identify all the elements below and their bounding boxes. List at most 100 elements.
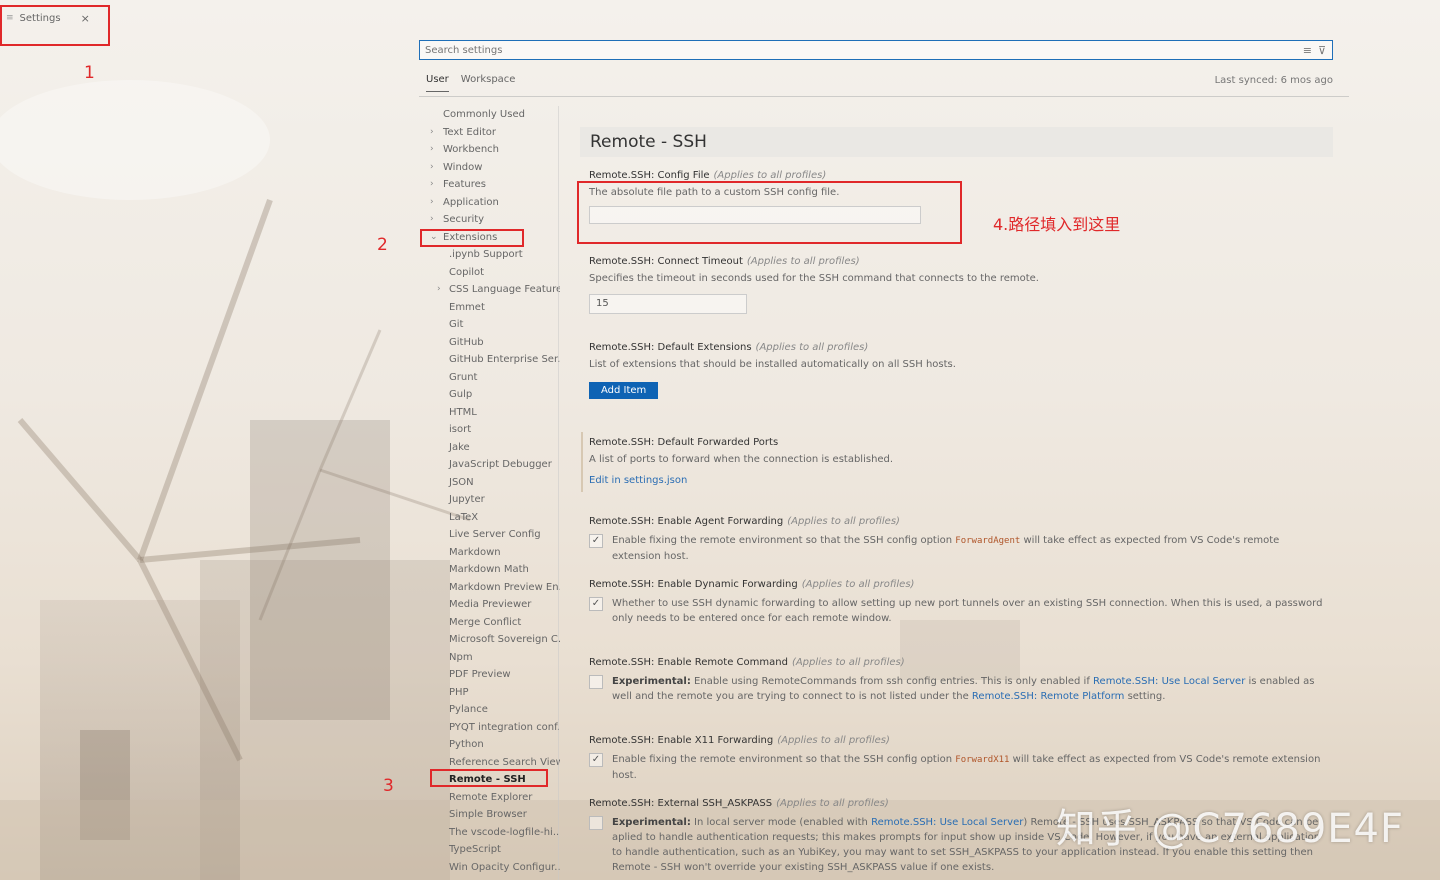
tree-item-label: The vscode-logfile-hi...	[449, 826, 560, 838]
tree-item-css-language-features[interactable]: › CSS Language Features	[420, 281, 560, 299]
tree-item-github-enterprise-ser[interactable]: GitHub Enterprise Ser...	[420, 351, 560, 369]
tree-divider	[558, 106, 559, 880]
tree-item-jake[interactable]: Jake	[420, 439, 560, 457]
modified-indicator	[581, 432, 583, 492]
tree-item-markdown-math[interactable]: Markdown Math	[420, 561, 560, 579]
tab-workspace[interactable]: Workspace	[461, 74, 516, 92]
tree-item-json[interactable]: JSON	[420, 474, 560, 492]
tree-item-commonly-used[interactable]: Commonly Used	[420, 106, 560, 124]
tree-item-text-editor[interactable]: › Text Editor	[420, 124, 560, 142]
tree-item-gulp[interactable]: Gulp	[420, 386, 560, 404]
tree-item-remote-explorer[interactable]: Remote Explorer	[420, 789, 560, 807]
annotation-label-2: 2	[377, 235, 388, 255]
tree-item-copilot[interactable]: Copilot	[420, 264, 560, 282]
search-input[interactable]	[420, 43, 1303, 57]
setting-title: Remote.SSH: Default Forwarded Ports	[589, 437, 779, 448]
chevron-right-icon[interactable]: ›	[430, 141, 434, 159]
tree-item-pdf-preview[interactable]: PDF Preview	[420, 666, 560, 684]
applies-note: (Applies to all profiles)	[791, 657, 905, 668]
tree-item-simple-browser[interactable]: Simple Browser	[420, 806, 560, 824]
tree-item-label: Microsoft Sovereign C...	[449, 634, 560, 645]
tree-item-javascript-debugger[interactable]: JavaScript Debugger	[420, 456, 560, 474]
setting-connect-timeout: Remote.SSH: Connect Timeout (Applies to a…	[589, 256, 1329, 314]
tree-item-pyqt-integration-conf[interactable]: PYQT integration conf...	[420, 719, 560, 737]
tree-item-win-opacity-configur[interactable]: Win Opacity Configur...	[420, 859, 560, 877]
tree-item-label: PYQT integration conf...	[449, 721, 560, 733]
tree-item-npm[interactable]: Npm	[420, 649, 560, 667]
tree-item-label: Git	[449, 319, 464, 330]
applies-note: (Applies to all profiles)	[746, 256, 860, 267]
tree-item-features[interactable]: › Features	[420, 176, 560, 194]
tree-item-html[interactable]: HTML	[420, 404, 560, 422]
setting-agent-forwarding: Remote.SSH: Enable Agent Forwarding (Appl…	[589, 516, 1329, 564]
chevron-right-icon[interactable]: ›	[430, 211, 434, 229]
x11-forwarding-checkbox[interactable]: ✓	[589, 753, 603, 767]
tree-item-label: Text Editor	[443, 126, 496, 138]
tree-item-python[interactable]: Python	[420, 736, 560, 754]
tree-item-merge-conflict[interactable]: Merge Conflict	[420, 614, 560, 632]
section-heading: Remote - SSH	[580, 127, 1333, 157]
tree-item-label: JSON	[449, 476, 474, 488]
tree-item-markdown[interactable]: Markdown	[420, 544, 560, 562]
setting-description: Specifies the timeout in seconds used fo…	[589, 273, 1039, 284]
chevron-right-icon[interactable]: ›	[437, 281, 441, 299]
tree-item-label: Reference Search View	[449, 756, 560, 768]
tree-item-markdown-preview-en[interactable]: Markdown Preview En...	[420, 579, 560, 597]
tree-item-window[interactable]: › Window	[420, 159, 560, 177]
clear-filter-list-icon[interactable]: ≡	[1303, 44, 1312, 57]
setting-title: Remote.SSH: Enable X11 Forwarding	[589, 735, 774, 746]
tree-item-label: Workbench	[443, 144, 499, 155]
tree-item-latex[interactable]: LaTeX	[420, 509, 560, 527]
setting-description: Experimental: Enable using RemoteCommand…	[612, 676, 1315, 702]
tree-item-php[interactable]: PHP	[420, 684, 560, 702]
setting-forwarded-ports: Remote.SSH: Default Forwarded Ports A li…	[589, 437, 1329, 488]
tree-item-grunt[interactable]: Grunt	[420, 369, 560, 387]
agent-forwarding-checkbox[interactable]: ✓	[589, 534, 603, 548]
annotation-box-remote-ssh	[430, 769, 548, 787]
setting-description: Enable fixing the remote environment so …	[612, 754, 1321, 781]
tree-item-label: Jake	[449, 441, 470, 453]
tree-item-github[interactable]: GitHub	[420, 334, 560, 352]
tree-item-label: Window	[443, 161, 483, 173]
tree-item-git[interactable]: Git	[420, 316, 560, 334]
tree-item-emmet[interactable]: Emmet	[420, 299, 560, 317]
tree-item-pylance[interactable]: Pylance	[420, 701, 560, 719]
tree-item-isort[interactable]: isort	[420, 421, 560, 439]
setting-title: Remote.SSH: Enable Dynamic Forwarding	[589, 579, 798, 590]
tree-item-label: Emmet	[449, 301, 485, 313]
remote-command-checkbox[interactable]	[589, 675, 603, 689]
filter-icon[interactable]: ⊽	[1318, 44, 1326, 57]
askpass-checkbox[interactable]	[589, 816, 603, 830]
tree-item-label: Markdown	[449, 546, 501, 558]
tree-item-workbench[interactable]: › Workbench	[420, 141, 560, 159]
tree-item-typescript[interactable]: TypeScript	[420, 841, 560, 859]
add-item-button[interactable]: Add Item	[589, 382, 659, 399]
tree-item-label: Markdown Preview En...	[449, 581, 560, 593]
tree-item-label: Security	[443, 214, 485, 225]
tree-item-jupyter[interactable]: Jupyter	[420, 491, 560, 509]
tab-user[interactable]: User	[426, 74, 449, 92]
tree-item-the-vscode-logfile-hi[interactable]: The vscode-logfile-hi...	[420, 824, 560, 842]
connect-timeout-input[interactable]: 15	[589, 294, 747, 314]
annotation-label-4: 4.路径填入到这里	[993, 215, 1121, 234]
tree-item-media-previewer[interactable]: Media Previewer	[420, 596, 560, 614]
tree-item-live-server-config[interactable]: Live Server Config	[420, 526, 560, 544]
chevron-right-icon[interactable]: ›	[430, 124, 434, 142]
applies-note: (Applies to all profiles)	[777, 735, 890, 746]
dynamic-forwarding-checkbox[interactable]: ✓	[589, 597, 603, 611]
chevron-right-icon[interactable]: ›	[430, 194, 434, 212]
tree-item-security[interactable]: › Security	[420, 211, 560, 229]
setting-title: Remote.SSH: Default Extensions	[589, 342, 752, 353]
tree-item-label: Application	[443, 196, 499, 208]
tree-item-label: Commonly Used	[443, 109, 525, 120]
tree-item-application[interactable]: › Application	[420, 194, 560, 212]
chevron-right-icon[interactable]: ›	[430, 176, 434, 194]
tree-item-microsoft-sovereign-c[interactable]: Microsoft Sovereign C...	[420, 631, 560, 649]
tree-item-label: HTML	[449, 406, 477, 418]
chevron-right-icon[interactable]: ›	[430, 159, 434, 177]
tree-item-label: Remote Explorer	[449, 791, 533, 803]
tree-item-ipynb-support[interactable]: .ipynb Support	[420, 246, 560, 264]
tree-item-label: isort	[449, 424, 472, 435]
edit-settings-json-link[interactable]: Edit in settings.json	[589, 473, 1329, 488]
tree-item-label: Features	[443, 179, 486, 190]
